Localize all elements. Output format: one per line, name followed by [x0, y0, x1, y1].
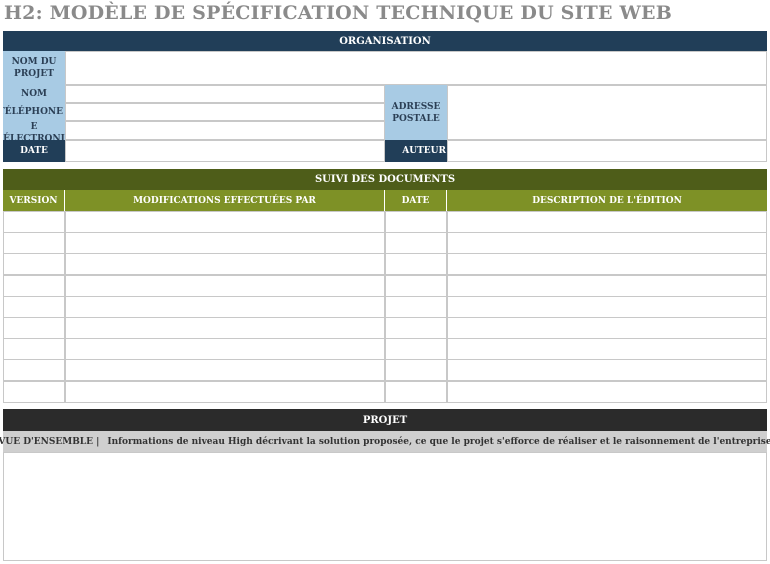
row-description-cell[interactable] [447, 359, 767, 382]
row-date-cell[interactable] [385, 295, 447, 318]
address-label: ADRESSE POSTALE [385, 85, 447, 140]
row-date-cell[interactable] [385, 359, 447, 382]
date-field[interactable] [65, 140, 385, 162]
row-modified-by-cell[interactable] [65, 338, 385, 361]
row-date-cell[interactable] [385, 253, 447, 276]
column-date: DATE [385, 190, 447, 211]
phone-field[interactable] [65, 103, 385, 121]
row-version-cell[interactable] [3, 211, 65, 233]
row-description-cell[interactable] [447, 211, 767, 233]
row-date-cell[interactable] [385, 338, 447, 361]
email-field[interactable] [65, 121, 385, 140]
row-description-cell[interactable] [447, 295, 767, 318]
row-modified-by-cell[interactable] [65, 380, 385, 403]
column-modified-by: MODIFICATIONS EFFECTUÉES PAR [65, 190, 385, 211]
row-date-cell[interactable] [385, 380, 447, 403]
overview-label: VUE D'ENSEMBLE | [0, 436, 100, 447]
row-modified-by-cell[interactable] [65, 359, 385, 382]
row-description-cell[interactable] [447, 274, 767, 297]
column-description: DESCRIPTION DE L'ÉDITION [447, 190, 767, 211]
project-header: PROJET [3, 409, 767, 431]
overview-text: Informations de niveau High décrivant la… [107, 436, 770, 447]
row-modified-by-cell[interactable] [65, 295, 385, 318]
row-version-cell[interactable] [3, 338, 65, 361]
address-field[interactable] [447, 85, 767, 140]
row-version-cell[interactable] [3, 274, 65, 297]
name-field[interactable] [65, 85, 385, 103]
row-modified-by-cell[interactable] [65, 232, 385, 255]
tracking-header: SUIVI DES DOCUMENTS [3, 169, 767, 190]
row-description-cell[interactable] [447, 317, 767, 339]
row-date-cell[interactable] [385, 211, 447, 233]
row-date-cell[interactable] [385, 274, 447, 297]
author-field[interactable] [447, 140, 767, 162]
row-date-cell[interactable] [385, 317, 447, 339]
row-description-cell[interactable] [447, 338, 767, 361]
row-version-cell[interactable] [3, 359, 65, 382]
row-version-cell[interactable] [3, 380, 65, 403]
row-modified-by-cell[interactable] [65, 317, 385, 339]
page-title: H2: MODÈLE DE SPÉCIFICATION TECHNIQUE DU… [4, 2, 672, 24]
row-description-cell[interactable] [447, 232, 767, 255]
row-date-cell[interactable] [385, 232, 447, 255]
row-version-cell[interactable] [3, 317, 65, 339]
column-version: VERSION [3, 190, 65, 211]
row-modified-by-cell[interactable] [65, 274, 385, 297]
row-modified-by-cell[interactable] [65, 253, 385, 276]
overview-content[interactable] [3, 452, 767, 561]
organisation-header: ORGANISATION [3, 31, 767, 51]
project-name-label: NOM DU PROJET [3, 51, 65, 85]
row-description-cell[interactable] [447, 380, 767, 403]
row-version-cell[interactable] [3, 253, 65, 276]
row-description-cell[interactable] [447, 253, 767, 276]
row-modified-by-cell[interactable] [65, 211, 385, 233]
row-version-cell[interactable] [3, 295, 65, 318]
author-label: AUTEUR [385, 140, 447, 162]
row-version-cell[interactable] [3, 232, 65, 255]
overview-bar: VUE D'ENSEMBLE | Informations de niveau … [0, 431, 770, 452]
email-label: E ÉLECTRONI [3, 121, 65, 140]
phone-label: TÉLÉPHONE [3, 103, 65, 121]
date-label: DATE [3, 140, 65, 162]
name-label: NOM [3, 85, 65, 103]
project-name-field[interactable] [65, 51, 767, 85]
